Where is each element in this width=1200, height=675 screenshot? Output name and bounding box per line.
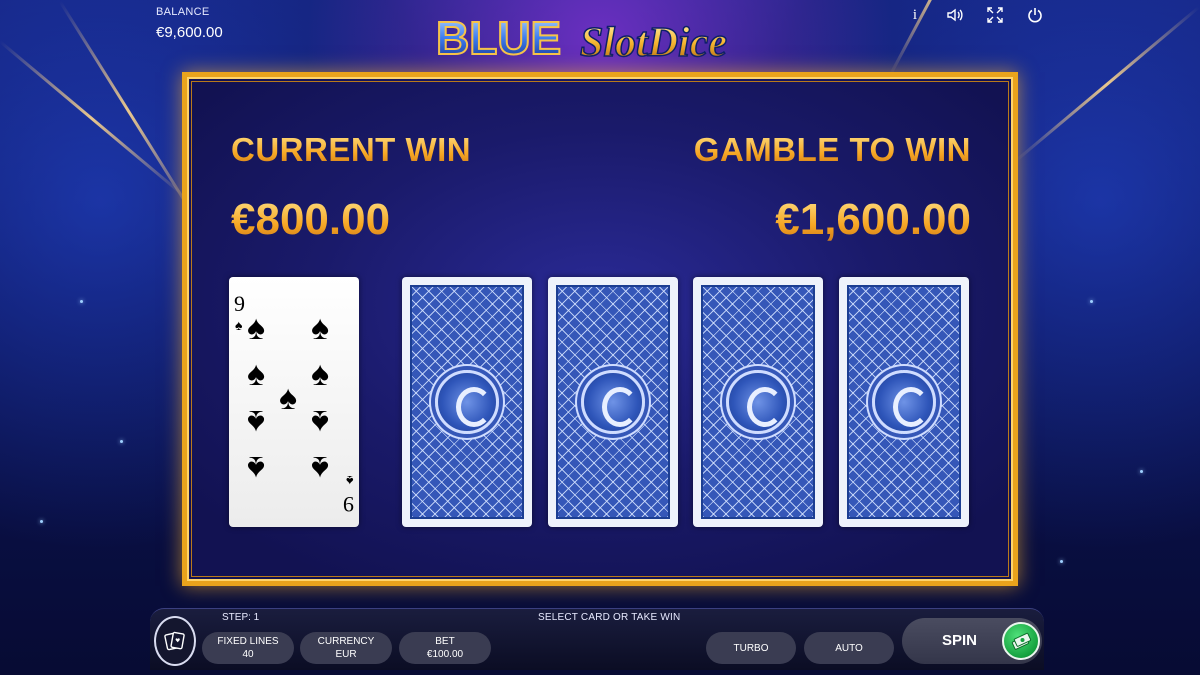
turbo-label: TURBO xyxy=(733,642,769,654)
sparkle xyxy=(1060,560,1063,563)
gamble-to-win-label: GAMBLE TO WIN xyxy=(693,131,971,168)
card-suit-bottom: ♠ xyxy=(345,473,353,489)
choice-card-3[interactable] xyxy=(693,277,823,527)
fixed-lines-value: 40 xyxy=(242,649,254,660)
card-back-emblem-icon xyxy=(872,370,936,434)
game-logo: BLUE SlotDice xyxy=(430,4,770,68)
logo-graphic: BLUE SlotDice xyxy=(435,11,728,67)
fixed-lines-label: FIXED LINES xyxy=(217,636,279,647)
choice-card-4[interactable] xyxy=(839,277,969,527)
bet-button[interactable]: BET €100.00 xyxy=(399,632,491,664)
gamble-cards-button[interactable] xyxy=(154,616,196,666)
info-icon[interactable]: i xyxy=(906,6,924,24)
spade-pip: ♠ xyxy=(311,355,330,393)
sparkle xyxy=(120,440,123,443)
balance-label: BALANCE xyxy=(156,6,210,18)
currency-label: CURRENCY xyxy=(317,636,375,647)
auto-label: AUTO xyxy=(835,642,863,654)
card-back-emblem-icon xyxy=(435,370,499,434)
spade-pip: ♠ xyxy=(311,403,330,441)
instruction-message: SELECT CARD OR TAKE WIN xyxy=(538,612,681,623)
logo-text-script: SlotDice xyxy=(580,20,727,66)
turbo-button[interactable]: TURBO xyxy=(706,632,796,664)
bet-value: €100.00 xyxy=(426,649,464,660)
spade-pip: ♠ xyxy=(247,355,266,393)
card-back-emblem-icon xyxy=(581,370,645,434)
sparkle xyxy=(80,300,83,303)
power-icon[interactable] xyxy=(1026,6,1044,24)
spade-pip: ♠ xyxy=(247,449,266,487)
top-controls: i xyxy=(906,6,1044,24)
choice-card-1[interactable] xyxy=(402,277,532,527)
balance-display: BALANCE €9,600.00 xyxy=(156,6,223,41)
fixed-lines-display: FIXED LINES 40 xyxy=(202,632,294,664)
card-suit-top: ♠ xyxy=(235,317,243,333)
currency-display: CURRENCY EUR xyxy=(300,632,392,664)
card-back-pattern xyxy=(847,285,961,519)
sparkle xyxy=(1090,300,1093,303)
currency-value: EUR xyxy=(335,649,357,660)
logo-text-blue: BLUE xyxy=(436,12,561,64)
current-win-label: CURRENT WIN xyxy=(231,131,472,168)
current-win-value: €800.00 xyxy=(231,195,391,244)
card-back-pattern xyxy=(701,285,815,519)
spade-pip: ♠ xyxy=(279,379,298,417)
card-back-pattern xyxy=(556,285,670,519)
spade-pip: ♠ xyxy=(247,403,266,441)
cash-icon xyxy=(1011,632,1032,650)
light-beam-right xyxy=(1014,6,1200,163)
speaker-icon[interactable] xyxy=(946,6,964,24)
card-back-emblem-icon xyxy=(726,370,790,434)
spin-button[interactable]: SPIN xyxy=(902,618,1042,664)
sparkle xyxy=(40,520,43,523)
auto-button[interactable]: AUTO xyxy=(804,632,894,664)
fullscreen-icon[interactable] xyxy=(986,6,1004,24)
bet-label: BET xyxy=(435,636,455,647)
gamble-panel: CURRENT WIN €800.00 GAMBLE TO WIN €1,600… xyxy=(182,72,1018,586)
control-bar: STEP: 1 SELECT CARD OR TAKE WIN FIXED LI… xyxy=(150,608,1044,670)
dealer-card: 9 ♠ ♠ ♠ ♠ ♠ ♠ ♠ ♠ ♠ ♠ ♠ 9 xyxy=(229,277,359,527)
cards-icon xyxy=(164,631,185,651)
card-rank-bottom: 9 xyxy=(343,492,354,517)
gamble-to-win-value: €1,600.00 xyxy=(775,195,971,244)
card-back-pattern xyxy=(410,285,524,519)
sparkle xyxy=(1140,470,1143,473)
spade-pip: ♠ xyxy=(311,449,330,487)
light-beam-left xyxy=(0,40,185,197)
card-rank-top: 9 xyxy=(234,291,245,316)
choice-card-2[interactable] xyxy=(548,277,678,527)
spade-pip: ♠ xyxy=(247,309,266,347)
spade-pip: ♠ xyxy=(311,309,330,347)
step-indicator: STEP: 1 xyxy=(222,612,260,623)
take-win-button[interactable] xyxy=(1002,622,1040,660)
spin-label: SPIN xyxy=(942,632,978,649)
balance-value: €9,600.00 xyxy=(156,24,223,41)
